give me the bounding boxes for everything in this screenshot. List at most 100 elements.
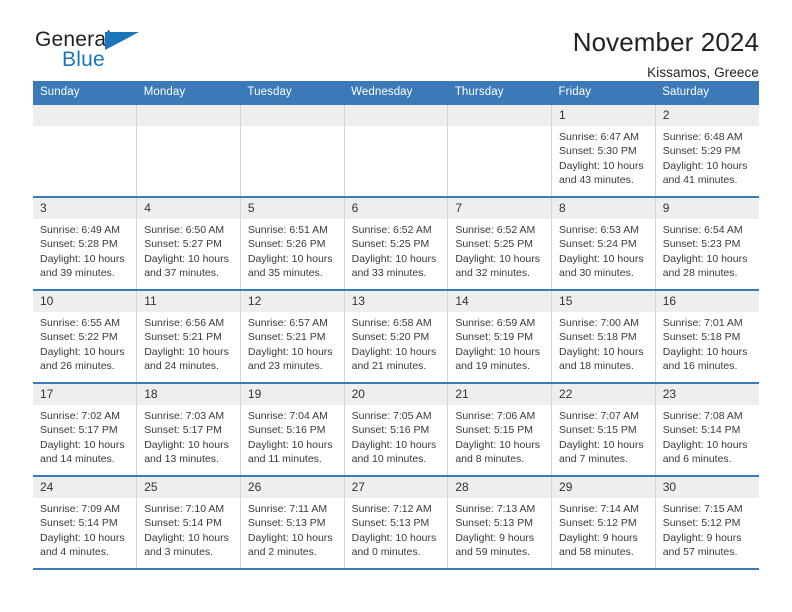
sunset-time: Sunset: 5:25 PM xyxy=(351,238,430,251)
daylight-duration-line2: and 24 minutes. xyxy=(144,360,219,373)
sunrise-time: Sunrise: 7:10 AM xyxy=(144,503,225,515)
daylight-duration-line1: Daylight: 10 hours xyxy=(455,345,540,358)
sunset-time: Sunset: 5:14 PM xyxy=(662,424,741,437)
calendar-day-cell[interactable]: 11 Sunrise: 6:56 AM Sunset: 5:21 PM Dayligh… xyxy=(136,289,241,383)
calendar-empty-cell xyxy=(136,103,241,197)
calendar-day-cell[interactable]: 16 Sunrise: 7:01 AM Sunset: 5:18 PM Dayligh… xyxy=(654,289,759,383)
sunrise-time: Sunrise: 7:06 AM xyxy=(455,410,536,422)
day-sun-info: Sunrise: 6:49 AM Sunset: 5:28 PM Daylight:… xyxy=(33,219,136,281)
calendar-day-cell[interactable]: 17 Sunrise: 7:02 AM Sunset: 5:17 PM Dayligh… xyxy=(33,382,138,476)
sunset-time: Sunset: 5:13 PM xyxy=(351,517,430,530)
sunrise-time: Sunrise: 6:49 AM xyxy=(40,224,120,236)
weekday-header-row: Sunday Monday Tuesday Wednesday Thursday… xyxy=(33,81,759,104)
weekday-header-sunday: Sunday xyxy=(33,81,137,104)
sunset-time: Sunset: 5:28 PM xyxy=(40,238,118,251)
calendar-day-cell[interactable]: 19 Sunrise: 7:04 AM Sunset: 5:16 PM Dayligh… xyxy=(239,382,345,476)
calendar-day-cell[interactable]: 13 Sunrise: 6:58 AM Sunset: 5:20 PM Dayligh… xyxy=(343,289,449,383)
calendar-day-cell[interactable]: 24 Sunrise: 7:09 AM Sunset: 5:14 PM Dayligh… xyxy=(33,475,138,570)
calendar-day-cell[interactable]: 20 Sunrise: 7:05 AM Sunset: 5:16 PM Dayligh… xyxy=(343,382,449,476)
calendar-day-cell[interactable]: 28 Sunrise: 7:13 AM Sunset: 5:13 PM Dayligh… xyxy=(447,475,553,570)
calendar-day-cell[interactable]: 15 Sunrise: 7:00 AM Sunset: 5:18 PM Dayligh… xyxy=(551,289,656,383)
calendar-day-cell[interactable]: 4 Sunrise: 6:50 AM Sunset: 5:27 PM Daylight… xyxy=(136,196,241,290)
daylight-duration-line2: and 6 minutes. xyxy=(662,453,732,466)
sunset-time: Sunset: 5:25 PM xyxy=(455,238,533,251)
sunset-time: Sunset: 5:12 PM xyxy=(559,517,637,530)
calendar-day-cell[interactable]: 25 Sunrise: 7:10 AM Sunset: 5:14 PM Dayligh… xyxy=(136,475,241,570)
calendar-day-cell[interactable]: 23 Sunrise: 7:08 AM Sunset: 5:14 PM Dayligh… xyxy=(654,382,759,476)
sunrise-time: Sunrise: 6:54 AM xyxy=(662,224,743,236)
calendar-day-cell[interactable]: 29 Sunrise: 7:14 AM Sunset: 5:12 PM Dayligh… xyxy=(551,475,656,570)
calendar-day-cell[interactable]: 8 Sunrise: 6:53 AM Sunset: 5:24 PM Daylight… xyxy=(551,196,656,290)
day-number xyxy=(240,105,344,126)
day-sun-info: Sunrise: 7:01 AM Sunset: 5:18 PM Daylight:… xyxy=(656,312,759,374)
day-number: 22 xyxy=(552,384,655,405)
calendar-week-row: 3 Sunrise: 6:49 AM Sunset: 5:28 PM Daylight… xyxy=(33,196,759,290)
day-sun-info: Sunrise: 6:48 AM Sunset: 5:29 PM Daylight:… xyxy=(656,126,759,188)
day-sun-info: Sunrise: 7:03 AM Sunset: 5:17 PM Daylight:… xyxy=(137,405,240,467)
calendar-day-cell[interactable]: 7 Sunrise: 6:52 AM Sunset: 5:25 PM Daylight… xyxy=(447,196,553,290)
daylight-duration-line1: Daylight: 10 hours xyxy=(247,438,333,451)
daylight-duration-line2: and 10 minutes. xyxy=(351,453,427,466)
day-sun-info: Sunrise: 6:55 AM Sunset: 5:22 PM Daylight:… xyxy=(33,312,136,374)
daylight-duration-line1: Daylight: 10 hours xyxy=(662,345,748,358)
calendar-day-cell[interactable]: 5 Sunrise: 6:51 AM Sunset: 5:26 PM Daylight… xyxy=(239,196,345,290)
daylight-duration-line2: and 39 minutes. xyxy=(40,267,115,280)
calendar-day-cell[interactable]: 30 Sunrise: 7:15 AM Sunset: 5:12 PM Dayligh… xyxy=(654,475,759,570)
daylight-duration-line1: Daylight: 10 hours xyxy=(144,438,229,451)
day-sun-info: Sunrise: 7:02 AM Sunset: 5:17 PM Daylight:… xyxy=(33,405,136,467)
daylight-duration-line1: Daylight: 10 hours xyxy=(247,531,333,544)
calendar-day-cell[interactable]: 26 Sunrise: 7:11 AM Sunset: 5:13 PM Dayligh… xyxy=(239,475,345,570)
day-number: 8 xyxy=(552,198,655,219)
calendar-week-row: 17 Sunrise: 7:02 AM Sunset: 5:17 PM Dayligh… xyxy=(33,382,759,476)
sunset-time: Sunset: 5:18 PM xyxy=(662,331,741,344)
calendar-day-cell[interactable]: 10 Sunrise: 6:55 AM Sunset: 5:22 PM Dayligh… xyxy=(33,289,138,383)
daylight-duration-line2: and 18 minutes. xyxy=(559,360,634,373)
sunset-time: Sunset: 5:21 PM xyxy=(247,331,326,344)
day-number: 10 xyxy=(33,291,137,312)
calendar-day-cell[interactable]: 1 Sunrise: 6:47 AM Sunset: 5:30 PM Daylight… xyxy=(551,103,656,197)
sunset-time: Sunset: 5:27 PM xyxy=(144,238,222,251)
calendar-day-cell[interactable]: 2 Sunrise: 6:48 AM Sunset: 5:29 PM Daylight… xyxy=(654,103,759,197)
sunrise-time: Sunrise: 7:02 AM xyxy=(40,410,120,422)
calendar-day-cell[interactable]: 9 Sunrise: 6:54 AM Sunset: 5:23 PM Daylight… xyxy=(654,196,759,290)
logo-triangle-icon xyxy=(105,32,139,50)
daylight-duration-line2: and 33 minutes. xyxy=(351,267,427,280)
calendar-day-cell[interactable]: 3 Sunrise: 6:49 AM Sunset: 5:28 PM Daylight… xyxy=(33,196,138,290)
calendar-day-cell[interactable]: 21 Sunrise: 7:06 AM Sunset: 5:15 PM Dayligh… xyxy=(447,382,553,476)
sunset-time: Sunset: 5:30 PM xyxy=(559,145,637,158)
calendar-empty-cell xyxy=(447,103,553,197)
day-sun-info: Sunrise: 6:50 AM Sunset: 5:27 PM Daylight:… xyxy=(137,219,240,281)
generalblue-logo[interactable]: General Blue xyxy=(33,28,153,76)
daylight-duration-line1: Daylight: 10 hours xyxy=(559,159,644,172)
daylight-duration-line1: Daylight: 10 hours xyxy=(559,345,644,358)
day-number: 20 xyxy=(344,384,448,405)
calendar-day-cell[interactable]: 18 Sunrise: 7:03 AM Sunset: 5:17 PM Dayligh… xyxy=(136,382,241,476)
calendar-day-cell[interactable]: 14 Sunrise: 6:59 AM Sunset: 5:19 PM Dayligh… xyxy=(447,289,553,383)
sunrise-time: Sunrise: 7:12 AM xyxy=(351,503,432,515)
sunrise-time: Sunrise: 7:00 AM xyxy=(559,317,639,329)
sunset-time: Sunset: 5:22 PM xyxy=(40,331,118,344)
weekday-header-monday: Monday xyxy=(136,81,241,104)
day-number: 14 xyxy=(448,291,552,312)
sunrise-time: Sunrise: 7:14 AM xyxy=(559,503,639,515)
sunset-time: Sunset: 5:26 PM xyxy=(247,238,326,251)
sunset-time: Sunset: 5:13 PM xyxy=(455,517,533,530)
day-sun-info: Sunrise: 7:10 AM Sunset: 5:14 PM Daylight:… xyxy=(137,498,240,560)
daylight-duration-line2: and 58 minutes. xyxy=(559,546,634,559)
calendar-day-cell[interactable]: 6 Sunrise: 6:52 AM Sunset: 5:25 PM Daylight… xyxy=(343,196,449,290)
daylight-duration-line1: Daylight: 10 hours xyxy=(40,345,125,358)
daylight-duration-line1: Daylight: 10 hours xyxy=(351,438,437,451)
day-number: 19 xyxy=(240,384,344,405)
weekday-header-friday: Friday xyxy=(551,81,656,104)
daylight-duration-line1: Daylight: 10 hours xyxy=(455,438,540,451)
calendar-day-cell[interactable]: 27 Sunrise: 7:12 AM Sunset: 5:13 PM Dayligh… xyxy=(343,475,449,570)
calendar-day-cell[interactable]: 12 Sunrise: 6:57 AM Sunset: 5:21 PM Dayligh… xyxy=(239,289,345,383)
sunset-time: Sunset: 5:21 PM xyxy=(144,331,222,344)
day-number xyxy=(33,105,137,126)
calendar-day-cell[interactable]: 22 Sunrise: 7:07 AM Sunset: 5:15 PM Dayligh… xyxy=(551,382,656,476)
daylight-duration-line2: and 28 minutes. xyxy=(662,267,738,280)
day-sun-info: Sunrise: 7:13 AM Sunset: 5:13 PM Daylight:… xyxy=(448,498,551,560)
sunset-time: Sunset: 5:12 PM xyxy=(662,517,741,530)
day-number: 18 xyxy=(137,384,240,405)
day-sun-info: Sunrise: 6:56 AM Sunset: 5:21 PM Daylight:… xyxy=(137,312,240,374)
